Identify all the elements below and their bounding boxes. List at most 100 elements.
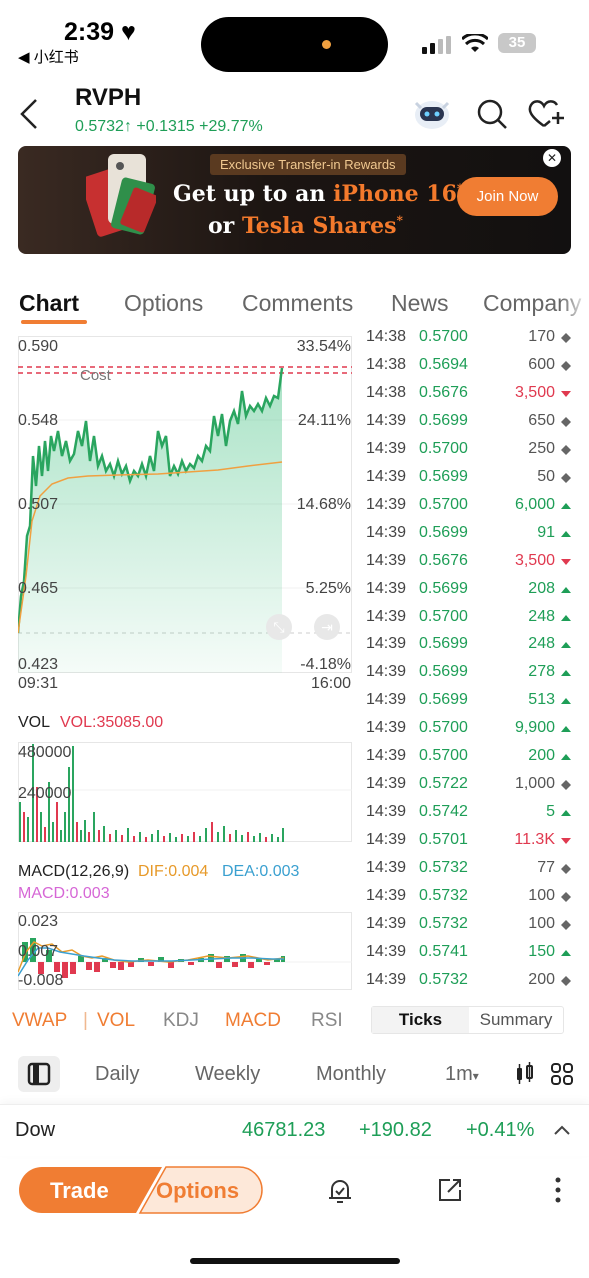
down-triangle-icon bbox=[561, 838, 571, 845]
tick-price: 0.5732 bbox=[419, 887, 468, 904]
price-change: +0.1315 bbox=[136, 118, 195, 135]
tick-price: 0.5699 bbox=[419, 411, 468, 429]
back-to-app-link[interactable]: ◀ 小红书 bbox=[18, 46, 79, 67]
tick-price: 0.5699 bbox=[419, 523, 468, 541]
up-triangle-icon bbox=[561, 698, 571, 705]
tick-volume: 600 bbox=[528, 355, 555, 373]
candlestick-icon[interactable] bbox=[514, 1062, 536, 1086]
trade-button[interactable]: Trade bbox=[50, 1178, 109, 1204]
tick-price: 0.5732 bbox=[419, 914, 468, 932]
tick-price: 0.5722 bbox=[419, 775, 468, 793]
tick-row: 14:39 0.5700 6,000 bbox=[366, 496, 571, 524]
tick-price: 0.5742 bbox=[419, 803, 468, 821]
tick-time: 14:39 bbox=[366, 691, 407, 709]
tick-row: 14:39 0.5699 50 bbox=[366, 468, 571, 496]
tick-row: 14:39 0.5701 11.3K bbox=[366, 831, 571, 859]
tick-row: 14:39 0.5700 248 bbox=[366, 608, 571, 636]
add-watchlist-heart-icon[interactable] bbox=[528, 98, 566, 130]
dynamic-island bbox=[201, 17, 388, 72]
price-alert-bell-icon[interactable] bbox=[326, 1176, 354, 1206]
tick-price: 0.5694 bbox=[419, 355, 468, 373]
grid-menu-icon[interactable] bbox=[550, 1062, 574, 1086]
wifi-icon bbox=[462, 34, 488, 52]
tick-time: 14:38 bbox=[366, 355, 407, 373]
tick-time: 14:39 bbox=[366, 663, 407, 681]
neutral-diamond-icon bbox=[561, 780, 571, 791]
tick-price: 0.5700 bbox=[419, 747, 468, 765]
index-ticker-bar[interactable]: Dow 46781.23 +190.82 +0.41% bbox=[0, 1104, 589, 1156]
tick-time: 14:39 bbox=[366, 859, 407, 877]
home-indicator[interactable] bbox=[190, 1258, 400, 1264]
join-now-button[interactable]: Join Now bbox=[457, 177, 558, 216]
tick-time: 14:39 bbox=[366, 719, 407, 737]
active-tab-indicator bbox=[21, 320, 87, 324]
back-arrow-icon[interactable] bbox=[18, 98, 40, 130]
tick-price: 0.5700 bbox=[419, 495, 468, 513]
tick-volume: 150 bbox=[528, 942, 555, 960]
tick-row: 14:39 0.5732 100 bbox=[366, 915, 571, 943]
ticks-list[interactable]: 14:38 0.5700 170 14:38 0.5694 600 14:38 0.5676 3… bbox=[0, 330, 589, 996]
share-icon[interactable] bbox=[436, 1176, 464, 1204]
tick-row: 14:38 0.5676 3,500 bbox=[366, 384, 571, 412]
tick-price: 0.5732 bbox=[419, 970, 468, 988]
phones-illustration bbox=[86, 154, 156, 237]
up-triangle-icon bbox=[561, 614, 571, 621]
period-daily[interactable]: Daily bbox=[95, 1063, 139, 1086]
more-options-icon[interactable] bbox=[553, 1176, 563, 1204]
summary-toggle-button[interactable]: Summary bbox=[469, 1007, 563, 1033]
tick-time: 14:38 bbox=[366, 330, 407, 345]
tick-volume: 278 bbox=[528, 663, 555, 681]
quote-line: 0.5732↑ +0.1315 +29.77% bbox=[75, 118, 263, 136]
tick-volume: 200 bbox=[528, 970, 555, 988]
tick-row: 14:39 0.5741 150 bbox=[366, 943, 571, 971]
period-bar: Daily Weekly Monthly 1m▾ bbox=[0, 1052, 589, 1098]
tick-volume: 100 bbox=[528, 887, 555, 904]
robot-assistant-icon[interactable] bbox=[412, 95, 452, 131]
status-bar: 2:39 ♥ ◀ 小红书 35 bbox=[0, 0, 589, 80]
tab-news[interactable]: News bbox=[391, 290, 449, 317]
tick-volume: 6,000 bbox=[514, 495, 555, 513]
tick-row: 14:39 0.5699 91 bbox=[366, 524, 571, 552]
tick-price: 0.5699 bbox=[419, 663, 468, 681]
search-icon[interactable] bbox=[476, 98, 508, 130]
indicator-vol[interactable]: VOL bbox=[97, 1010, 135, 1032]
indicator-vwap[interactable]: VWAP bbox=[12, 1010, 67, 1032]
tick-time: 14:39 bbox=[366, 942, 407, 960]
tab-options[interactable]: Options bbox=[124, 290, 203, 317]
close-banner-icon[interactable]: ✕ bbox=[543, 149, 561, 167]
neutral-diamond-icon bbox=[561, 864, 571, 875]
indicator-kdj[interactable]: KDJ bbox=[163, 1010, 199, 1032]
tick-price: 0.5732 bbox=[419, 859, 468, 877]
tab-comments[interactable]: Comments bbox=[242, 290, 353, 317]
chevron-up-icon[interactable] bbox=[553, 1123, 571, 1137]
tick-time: 14:39 bbox=[366, 747, 407, 765]
tick-price: 0.5676 bbox=[419, 383, 468, 401]
neutral-diamond-icon bbox=[561, 892, 571, 902]
promo-banner[interactable]: Exclusive Transfer-in Rewards Get up to … bbox=[18, 146, 571, 254]
tick-row: 14:39 0.5699 513 bbox=[366, 691, 571, 719]
up-triangle-icon bbox=[561, 810, 571, 817]
section-tabs: Chart Options Comments News Company bbox=[0, 282, 589, 326]
battery-icon: 35 bbox=[498, 33, 536, 53]
tick-time: 14:39 bbox=[366, 970, 407, 988]
tick-volume: 77 bbox=[537, 859, 555, 877]
layout-toggle-icon[interactable] bbox=[18, 1056, 60, 1092]
period-weekly[interactable]: Weekly bbox=[195, 1063, 260, 1086]
period-monthly[interactable]: Monthly bbox=[316, 1063, 386, 1086]
options-button[interactable]: Options bbox=[156, 1178, 239, 1204]
tab-fade bbox=[560, 282, 589, 326]
tick-price: 0.5741 bbox=[419, 942, 468, 960]
indicator-macd[interactable]: MACD bbox=[225, 1010, 281, 1032]
interval-select[interactable]: 1m▾ bbox=[445, 1063, 479, 1086]
tick-volume: 1,000 bbox=[514, 775, 555, 793]
banner-headline-2: or Tesla Shares* bbox=[208, 213, 403, 239]
neutral-diamond-icon bbox=[561, 975, 571, 986]
up-triangle-icon bbox=[561, 726, 571, 733]
tick-row: 14:38 0.5700 170 bbox=[366, 330, 571, 356]
indicator-rsi[interactable]: RSI bbox=[311, 1010, 343, 1032]
tick-volume: 208 bbox=[528, 579, 555, 597]
ticks-toggle-button[interactable]: Ticks bbox=[372, 1007, 469, 1033]
tab-chart[interactable]: Chart bbox=[19, 290, 79, 317]
index-change: +190.82 bbox=[359, 1119, 432, 1141]
stock-header: RVPH 0.5732↑ +0.1315 +29.77% bbox=[0, 80, 589, 145]
